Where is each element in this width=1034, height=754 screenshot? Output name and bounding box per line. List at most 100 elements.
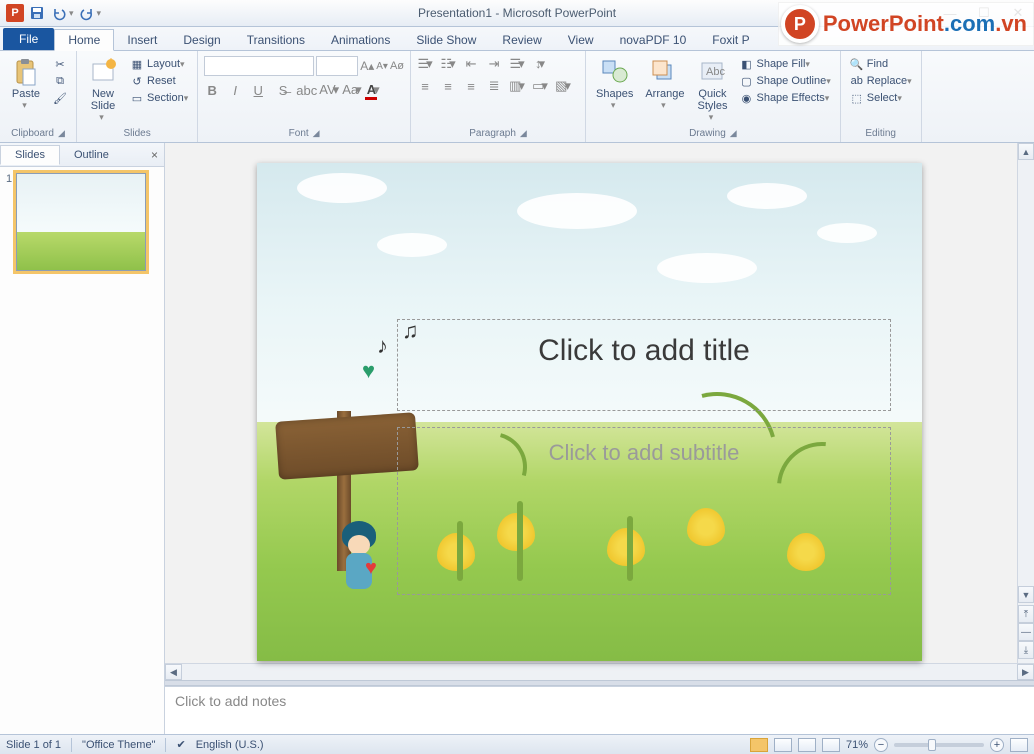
- decrease-indent-button[interactable]: ⇤: [463, 56, 479, 72]
- section-button[interactable]: ▭Section ▾: [127, 90, 191, 106]
- tab-review[interactable]: Review: [489, 30, 554, 50]
- save-icon[interactable]: [28, 4, 46, 22]
- tab-view[interactable]: View: [555, 30, 607, 50]
- scroll-down-icon[interactable]: ▼: [1018, 586, 1034, 603]
- italic-button[interactable]: I: [227, 83, 243, 98]
- shape-outline-button[interactable]: ▢Shape Outline ▾: [736, 73, 833, 89]
- align-text-button[interactable]: ▭▾: [532, 78, 548, 94]
- panel-close-icon[interactable]: ×: [145, 148, 164, 162]
- smartart-button[interactable]: ▧▾: [555, 78, 571, 94]
- change-case-button[interactable]: Aa▾: [342, 82, 358, 98]
- scroll-left-icon[interactable]: ◀: [165, 664, 182, 680]
- panel-tab-outline[interactable]: Outline: [60, 146, 123, 164]
- undo-icon[interactable]: [50, 4, 68, 22]
- format-painter-button[interactable]: 🖌: [50, 90, 70, 106]
- scroll-right-icon[interactable]: ▶: [1017, 664, 1034, 680]
- tab-novapdf[interactable]: novaPDF 10: [607, 30, 700, 50]
- clear-format-icon[interactable]: Aø: [390, 60, 404, 72]
- font-launcher-icon[interactable]: ◢: [313, 128, 320, 139]
- qat-customize-icon[interactable]: ▾: [97, 8, 102, 19]
- zoom-in-button[interactable]: +: [990, 738, 1004, 752]
- align-center-button[interactable]: ≡: [440, 79, 456, 94]
- shapes-button[interactable]: Shapes▾: [592, 56, 637, 126]
- new-slide-button[interactable]: New Slide▾: [83, 56, 123, 126]
- notes-pane[interactable]: Click to add notes: [165, 686, 1034, 734]
- drawing-launcher-icon[interactable]: ◢: [730, 128, 737, 139]
- slide-character: ♥: [337, 521, 381, 601]
- slide-canvas[interactable]: ♥ ♪ ♫ ♥ Click to add title: [257, 163, 922, 661]
- tab-slideshow[interactable]: Slide Show: [403, 30, 489, 50]
- horizontal-scrollbar[interactable]: ◀ ▶: [165, 663, 1034, 680]
- undo-dropdown-icon[interactable]: ▾: [69, 8, 74, 19]
- replace-button[interactable]: abReplace ▾: [847, 73, 915, 89]
- vertical-scrollbar[interactable]: ▲ ▼ ⤒ — ⤓: [1017, 143, 1034, 663]
- tab-transitions[interactable]: Transitions: [234, 30, 318, 50]
- reading-view-button[interactable]: [798, 738, 816, 752]
- bullets-button[interactable]: ☰▾: [417, 56, 433, 72]
- reset-button[interactable]: ↺Reset: [127, 73, 191, 89]
- fit-to-window-button[interactable]: [1010, 738, 1028, 752]
- drawing-label: Drawing: [689, 128, 726, 139]
- select-button[interactable]: ⬚Select ▾: [847, 90, 915, 106]
- align-right-button[interactable]: ≡: [463, 79, 479, 94]
- cut-button[interactable]: ✂: [50, 56, 70, 72]
- slide-nav-menu[interactable]: —: [1018, 623, 1034, 641]
- quick-styles-button[interactable]: Abc Quick Styles▾: [692, 56, 732, 126]
- text-direction-button[interactable]: ↕▾: [532, 56, 548, 72]
- tab-home[interactable]: Home: [54, 29, 114, 51]
- thumbnail-preview[interactable]: [16, 173, 146, 271]
- status-language[interactable]: English (U.S.): [196, 739, 264, 751]
- find-button[interactable]: 🔍Find: [847, 56, 915, 72]
- thumbnail-item[interactable]: 1: [6, 173, 158, 271]
- font-family-combo[interactable]: [204, 56, 314, 76]
- underline-button[interactable]: U: [250, 83, 266, 98]
- paste-button[interactable]: Paste▾: [6, 56, 46, 126]
- layout-button[interactable]: ▦Layout ▾: [127, 56, 191, 72]
- numbering-button[interactable]: ☷▾: [440, 56, 456, 72]
- sorter-view-button[interactable]: [774, 738, 792, 752]
- prev-slide-button[interactable]: ⤒: [1018, 605, 1034, 623]
- zoom-level[interactable]: 71%: [846, 739, 868, 751]
- shrink-font-icon[interactable]: A▾: [376, 61, 388, 72]
- strikethrough-button[interactable]: S̶: [273, 83, 289, 98]
- scroll-up-icon[interactable]: ▲: [1018, 143, 1034, 160]
- status-bar: Slide 1 of 1 "Office Theme" ✔ English (U…: [0, 734, 1034, 754]
- tab-insert[interactable]: Insert: [114, 30, 170, 50]
- app-icon[interactable]: P: [6, 4, 24, 22]
- group-editing: 🔍Find abReplace ▾ ⬚Select ▾ Editing: [841, 51, 922, 142]
- bold-button[interactable]: B: [204, 83, 220, 98]
- tab-file[interactable]: File: [3, 28, 54, 50]
- zoom-slider[interactable]: [894, 743, 984, 747]
- spellcheck-icon[interactable]: ✔: [176, 738, 185, 751]
- font-color-button[interactable]: A▾: [365, 82, 381, 98]
- replace-icon: ab: [850, 74, 864, 88]
- increase-indent-button[interactable]: ⇥: [486, 56, 502, 72]
- tab-foxit[interactable]: Foxit P: [699, 30, 762, 50]
- shadow-button[interactable]: abc: [296, 83, 312, 98]
- columns-button[interactable]: ▥▾: [509, 78, 525, 94]
- copy-button[interactable]: ⧉: [50, 73, 70, 89]
- title-placeholder[interactable]: Click to add title: [397, 319, 891, 411]
- normal-view-button[interactable]: [750, 738, 768, 752]
- arrange-button[interactable]: Arrange▾: [641, 56, 688, 126]
- grow-font-icon[interactable]: A▴: [360, 59, 374, 73]
- next-slide-button[interactable]: ⤓: [1018, 641, 1034, 659]
- reset-icon: ↺: [130, 74, 144, 88]
- paragraph-launcher-icon[interactable]: ◢: [520, 128, 527, 139]
- zoom-out-button[interactable]: −: [874, 738, 888, 752]
- char-spacing-button[interactable]: AV▾: [319, 82, 335, 98]
- subtitle-placeholder[interactable]: Click to add subtitle: [397, 427, 891, 595]
- panel-tab-slides[interactable]: Slides: [0, 145, 60, 165]
- clipboard-launcher-icon[interactable]: ◢: [58, 128, 65, 139]
- line-spacing-button[interactable]: ☰▾: [509, 56, 525, 72]
- ribbon: Paste▾ ✂ ⧉ 🖌 Clipboard◢ New Slide▾ ▦Layo…: [0, 51, 1034, 143]
- tab-design[interactable]: Design: [170, 30, 233, 50]
- align-left-button[interactable]: ≡: [417, 79, 433, 94]
- shape-fill-button[interactable]: ◧Shape Fill ▾: [736, 56, 833, 72]
- redo-icon[interactable]: [78, 4, 96, 22]
- tab-animations[interactable]: Animations: [318, 30, 403, 50]
- font-size-combo[interactable]: [316, 56, 358, 76]
- shape-effects-button[interactable]: ◉Shape Effects ▾: [736, 90, 833, 106]
- slideshow-view-button[interactable]: [822, 738, 840, 752]
- justify-button[interactable]: ≣: [486, 78, 502, 94]
